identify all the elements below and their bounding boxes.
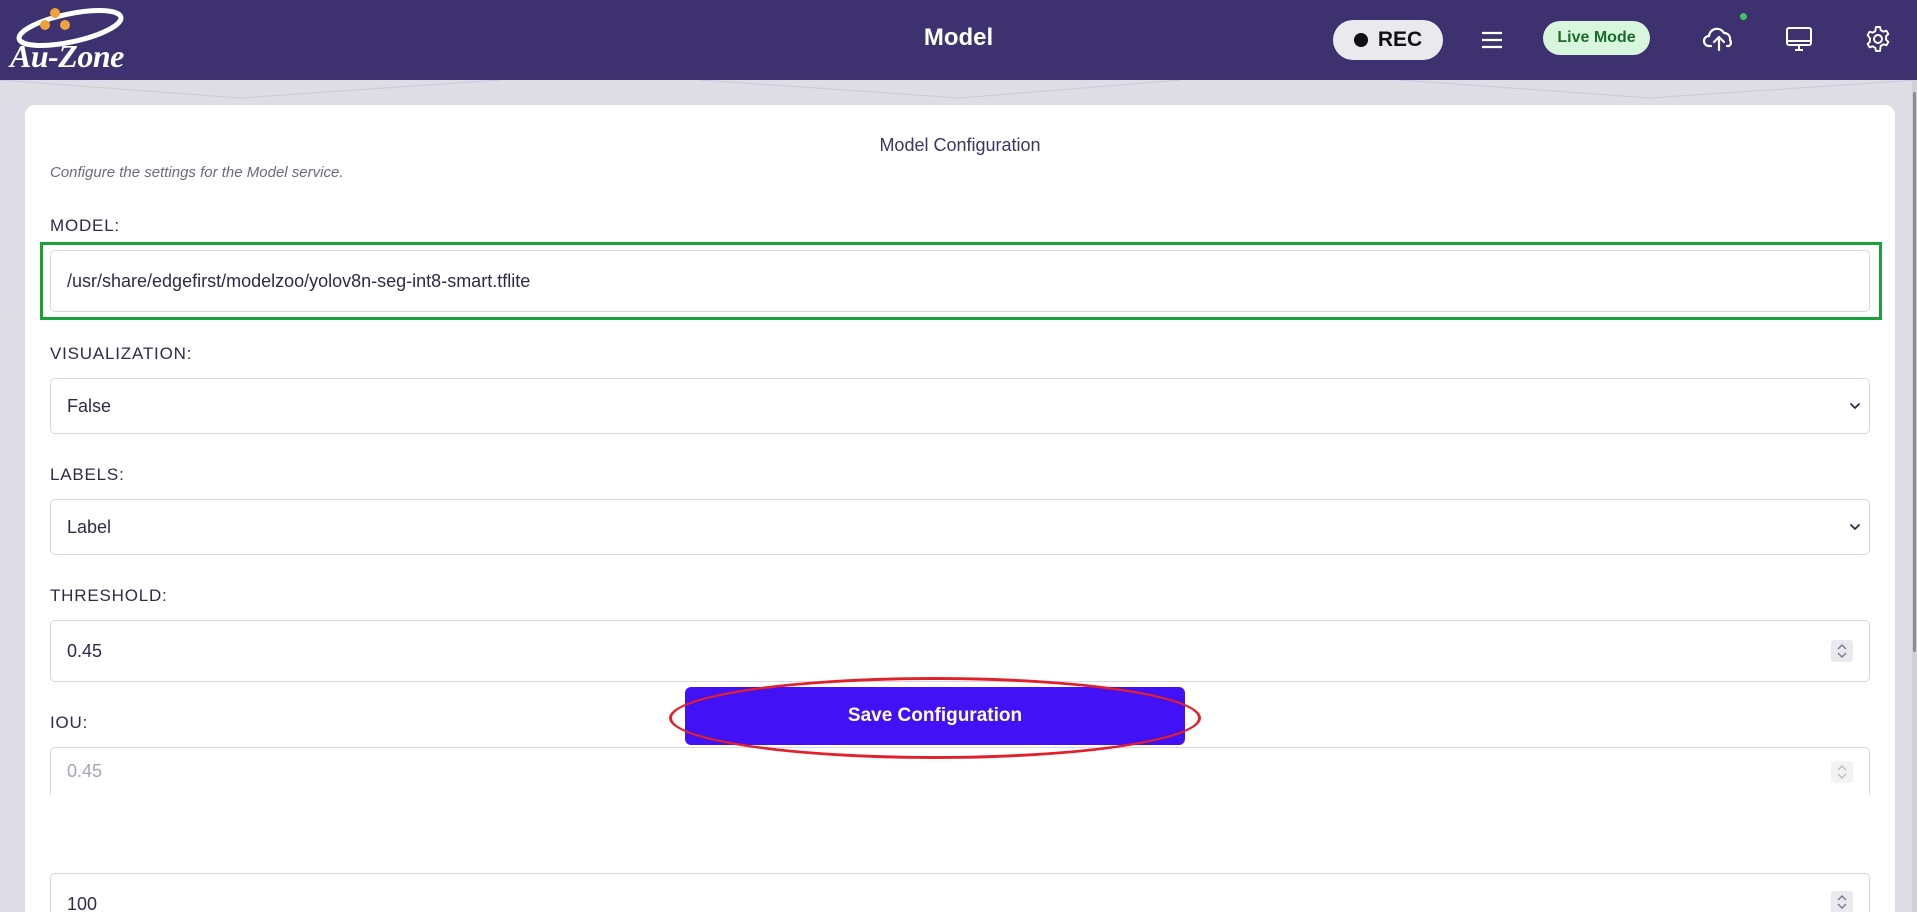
monitor-icon[interactable] — [1784, 24, 1814, 54]
iou-value: 0.45 — [67, 761, 103, 781]
connection-status-dot — [1738, 11, 1749, 22]
record-dot-icon — [1353, 33, 1368, 47]
threshold-input[interactable]: 0.45 — [50, 620, 1870, 682]
visualization-label: VISUALIZATION: — [50, 344, 193, 363]
live-mode-button[interactable]: Live Mode — [1543, 21, 1650, 55]
card-description: Configure the settings for the Model ser… — [50, 164, 344, 181]
spinner-icon[interactable] — [1831, 640, 1853, 662]
spinner-icon[interactable] — [1831, 760, 1853, 783]
chevron-down-icon — [1850, 403, 1860, 409]
labels-select[interactable]: Label — [50, 499, 1870, 555]
rec-label: REC — [1377, 28, 1423, 51]
save-button-highlight — [669, 677, 1201, 759]
labels-label: LABELS: — [50, 465, 125, 484]
threshold-value: 0.45 — [67, 640, 103, 661]
threshold-label: THRESHOLD: — [50, 586, 168, 605]
top-header: Au-Zone Model REC Live Mode — [0, 0, 1917, 80]
page-scrollbar-thumb[interactable] — [1913, 92, 1916, 652]
max-boxes-value: 100 — [67, 894, 98, 912]
model-path-input[interactable]: /usr/share/edgefirst/modelzoo/yolov8n-se… — [50, 250, 1870, 312]
labels-value: Label — [67, 516, 112, 537]
cloud-upload-icon[interactable] — [1702, 22, 1736, 56]
gear-icon[interactable] — [1863, 24, 1893, 54]
card-title: Model Configuration — [879, 135, 1041, 155]
menu-icon[interactable] — [1478, 26, 1506, 54]
chevron-down-icon — [1850, 524, 1860, 530]
max-boxes-input[interactable]: 100 — [50, 873, 1870, 912]
iou-label: IOU: — [50, 713, 89, 732]
visualization-value: False — [67, 395, 112, 416]
rec-button[interactable]: REC — [1333, 20, 1443, 60]
visualization-select[interactable]: False — [50, 378, 1870, 434]
model-path-value: /usr/share/edgefirst/modelzoo/yolov8n-se… — [67, 270, 531, 291]
spinner-icon[interactable] — [1831, 891, 1853, 912]
model-configuration-card: Model Configuration Configure the settin… — [25, 105, 1895, 912]
model-label: MODEL: — [50, 216, 120, 235]
